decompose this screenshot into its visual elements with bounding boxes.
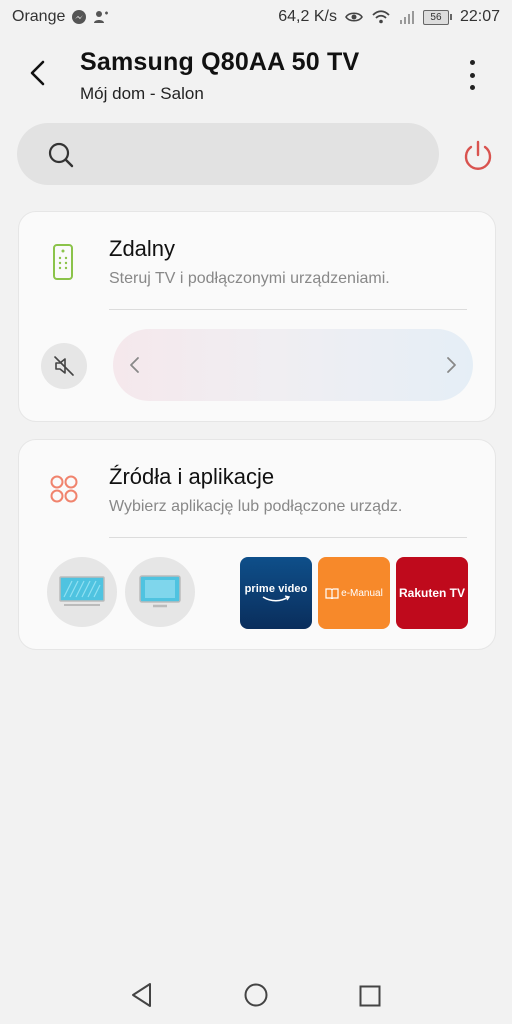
back-arrow-icon xyxy=(30,60,45,86)
user-sync-icon xyxy=(94,11,109,23)
mute-button[interactable] xyxy=(41,343,87,389)
app-label: e-Manual xyxy=(341,587,383,599)
signal-icon xyxy=(399,11,414,24)
wifi-icon xyxy=(372,10,390,24)
more-dot-icon xyxy=(469,72,475,78)
status-bar: Orange 64,2 K/s 56 22:07 xyxy=(0,0,512,36)
book-icon xyxy=(325,588,339,599)
search-icon xyxy=(48,142,74,168)
more-options-button[interactable] xyxy=(464,60,480,90)
tv-source-icon xyxy=(59,576,105,606)
status-right: 64,2 K/s 56 22:07 xyxy=(278,8,500,26)
app-prime-video[interactable]: prime video xyxy=(240,557,312,629)
source-tv-button[interactable] xyxy=(47,557,117,627)
monitor-source-icon xyxy=(139,575,181,608)
back-button[interactable] xyxy=(20,56,54,90)
page-subtitle: Mój dom - Salon xyxy=(80,84,204,103)
channel-control[interactable] xyxy=(113,329,473,401)
app-label: prime video xyxy=(244,583,308,595)
app-rakuten-tv[interactable]: Rakuten TV xyxy=(396,557,468,629)
battery-icon: 56 xyxy=(422,9,452,25)
messenger-icon xyxy=(72,10,87,24)
network-speed: 64,2 K/s xyxy=(278,8,337,25)
more-dot-icon xyxy=(469,85,475,90)
chevron-left-icon[interactable] xyxy=(123,353,147,377)
clock: 22:07 xyxy=(459,8,500,25)
divider xyxy=(109,309,467,310)
sources-card[interactable]: Źródła i aplikacje Wybierz aplikację lub… xyxy=(18,439,496,650)
remote-subtitle: Steruj TV i podłączonymi urządzeniami. xyxy=(109,270,390,287)
remote-card[interactable]: Zdalny Steruj TV i podłączonymi urządzen… xyxy=(18,211,496,422)
apps-grid-icon xyxy=(50,475,78,503)
source-monitor-button[interactable] xyxy=(125,557,195,627)
volume-mute-icon xyxy=(54,356,74,376)
page-title: Samsung Q80AA 50 TV xyxy=(80,48,360,76)
carrier-label: Orange xyxy=(12,8,66,25)
battery-level: 56 xyxy=(422,9,449,25)
search-input[interactable] xyxy=(87,137,421,173)
chevron-right-icon[interactable] xyxy=(439,353,463,377)
app-e-manual[interactable]: e-Manual xyxy=(318,557,390,629)
app-label: Rakuten TV xyxy=(398,586,465,600)
system-nav-bar xyxy=(0,964,512,1024)
remote-control-icon xyxy=(53,244,73,280)
search-bar[interactable] xyxy=(17,123,439,185)
amazon-smile-icon xyxy=(262,595,291,602)
nav-recents-icon[interactable] xyxy=(359,985,381,1007)
sources-subtitle: Wybierz aplikację lub podłączone urządz. xyxy=(109,498,403,515)
power-button[interactable] xyxy=(460,138,496,174)
nav-back-icon[interactable] xyxy=(130,982,154,1008)
eye-icon xyxy=(345,12,363,22)
nav-home-icon[interactable] xyxy=(244,983,268,1007)
sources-title: Źródła i aplikacje xyxy=(109,464,275,489)
app-header: Samsung Q80AA 50 TV Mój dom - Salon xyxy=(0,40,512,110)
remote-title: Zdalny xyxy=(109,236,176,261)
more-dot-icon xyxy=(469,60,475,65)
status-left: Orange xyxy=(12,8,109,26)
divider xyxy=(109,537,467,538)
